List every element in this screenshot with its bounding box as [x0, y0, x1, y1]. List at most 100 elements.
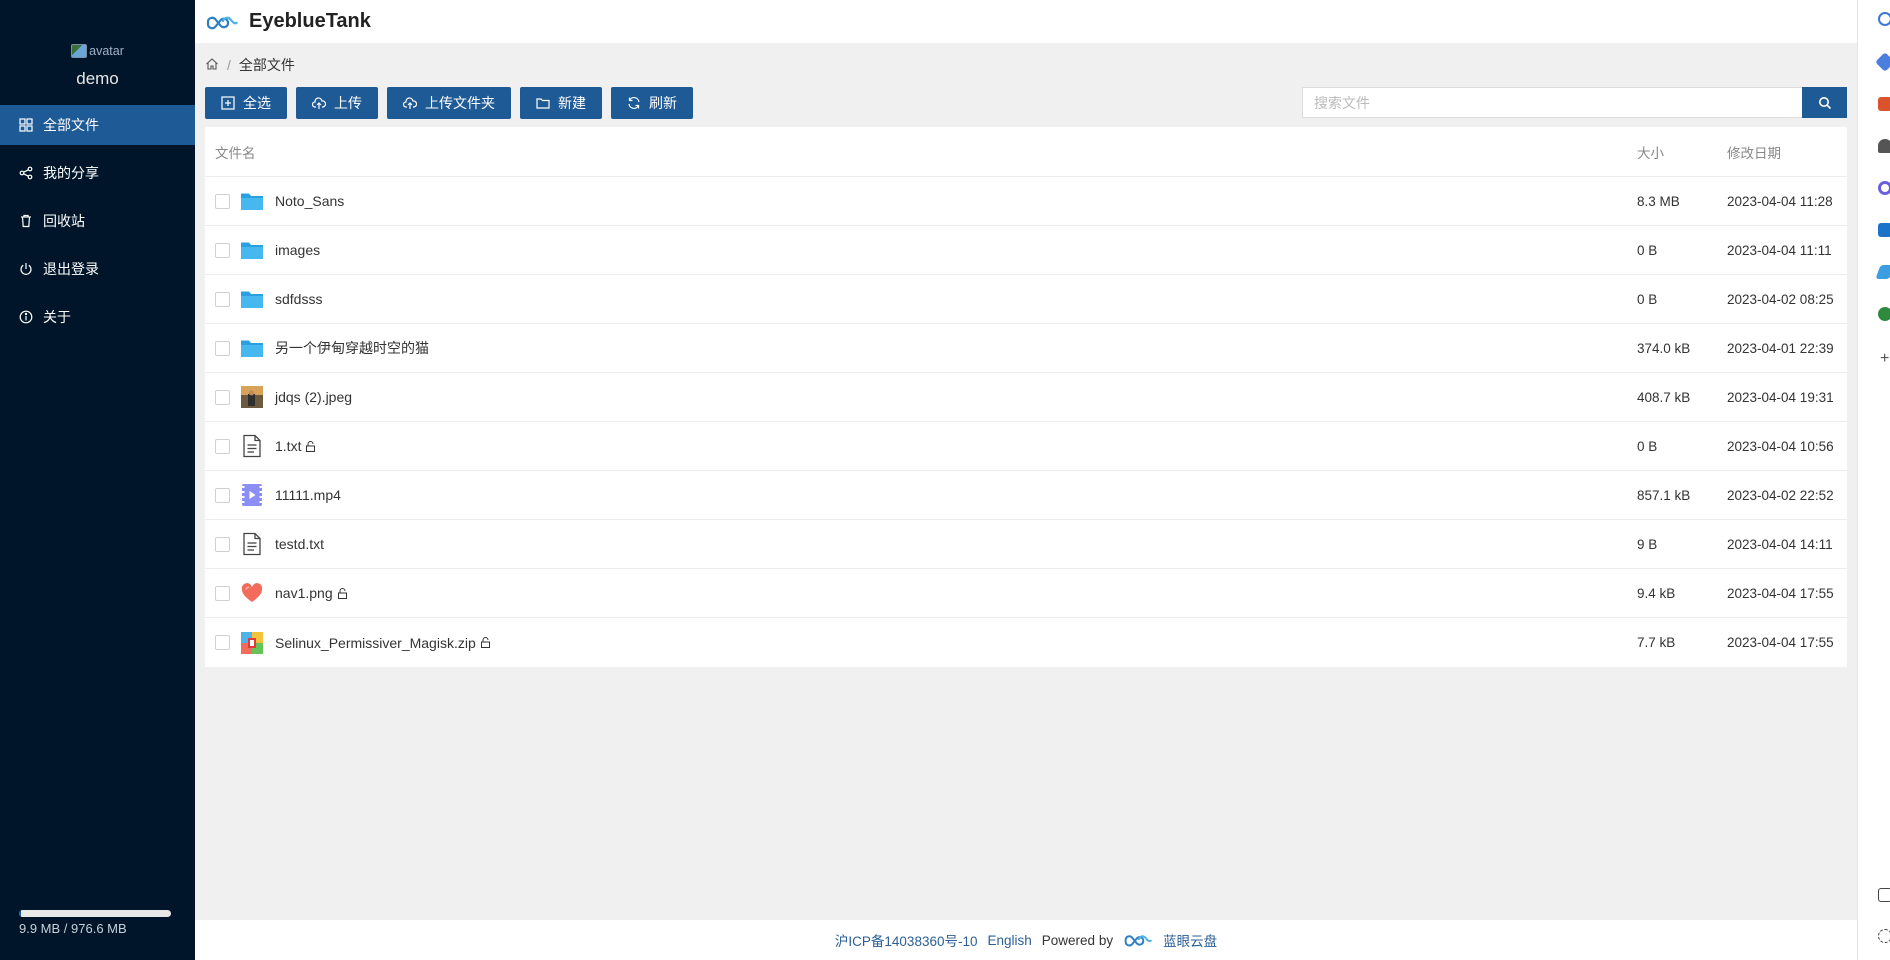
user-panel: avatar demo: [0, 0, 195, 89]
zip-file-icon[interactable]: [240, 631, 264, 655]
search-button[interactable]: [1802, 87, 1847, 118]
breadcrumb-separator: /: [227, 57, 231, 73]
product-link[interactable]: 蓝眼云盘: [1163, 930, 1217, 950]
table-row[interactable]: testd.txt 9 B 2023-04-04 14:11: [205, 520, 1847, 569]
person-icon[interactable]: [1878, 139, 1890, 153]
cell-date: 2023-04-04 17:55: [1727, 585, 1834, 601]
power-icon: [19, 262, 33, 276]
sidebar-item-recycle-bin[interactable]: 回收站: [0, 201, 195, 241]
file-name[interactable]: images: [275, 242, 320, 258]
upload-folder-label: 上传文件夹: [425, 95, 495, 111]
plus-icon[interactable]: +: [1880, 351, 1890, 367]
cell-name: 11111.mp4: [205, 483, 1637, 507]
home-icon[interactable]: [205, 57, 219, 74]
header-size[interactable]: 大小: [1637, 146, 1664, 161]
text-file-icon[interactable]: [240, 532, 264, 556]
row-checkbox[interactable]: [215, 585, 230, 601]
header-name[interactable]: 文件名: [215, 142, 256, 162]
file-name[interactable]: 另一个伊甸穿越时空的猫: [275, 338, 429, 358]
icp-link[interactable]: 沪ICP备14038360号-10: [835, 930, 978, 950]
row-checkbox[interactable]: [215, 487, 230, 503]
file-name[interactable]: nav1.png: [275, 585, 333, 601]
trash-icon: [19, 214, 33, 228]
extension-icon[interactable]: [1875, 52, 1890, 72]
image-thumbnail-icon[interactable]: [240, 385, 264, 409]
table-row[interactable]: Noto_Sans 8.3 MB 2023-04-04 11:28: [205, 177, 1847, 226]
sidebar-item-my-shares[interactable]: 我的分享: [0, 153, 195, 193]
language-english-link[interactable]: English: [988, 933, 1032, 948]
search-icon[interactable]: [1878, 12, 1890, 26]
sidebar: avatar demo 全部文件 我的分享 回收站 退出登录 关于 9.9 MB…: [0, 0, 195, 960]
cell-name: images: [205, 238, 1637, 262]
cell-date: 2023-04-04 11:11: [1727, 242, 1832, 258]
file-name[interactable]: sdfdsss: [275, 291, 322, 307]
cell-name: Noto_Sans: [205, 189, 1637, 213]
upload-folder-button[interactable]: 上传文件夹: [387, 87, 511, 119]
grid-icon: [19, 118, 33, 132]
folder-icon[interactable]: [240, 287, 264, 311]
gear-icon[interactable]: [1878, 929, 1890, 943]
table-header: 文件名 大小 修改日期: [205, 127, 1847, 177]
table-row[interactable]: jdqs (2).jpeg 408.7 kB 2023-04-04 19:31: [205, 373, 1847, 422]
video-file-icon[interactable]: [240, 483, 264, 507]
table-row[interactable]: 11111.mp4 857.1 kB 2023-04-02 22:52: [205, 471, 1847, 520]
upload-button[interactable]: 上传: [296, 87, 378, 119]
sidebar-item-about[interactable]: 关于: [0, 297, 195, 337]
lock-icon: [337, 587, 347, 599]
row-checkbox[interactable]: [215, 536, 230, 552]
row-checkbox[interactable]: [215, 193, 230, 209]
file-name[interactable]: 1.txt: [275, 438, 301, 454]
header-date[interactable]: 修改日期: [1727, 146, 1781, 161]
cell-name: 1.txt: [205, 434, 1637, 458]
new-folder-button[interactable]: 新建: [520, 87, 602, 119]
row-checkbox[interactable]: [215, 635, 230, 650]
table-row[interactable]: Selinux_Permissiver_Magisk.zip 7.7 kB 2023…: [205, 618, 1847, 667]
breadcrumb-current[interactable]: 全部文件: [239, 55, 295, 75]
browser-side-strip: +: [1857, 0, 1890, 960]
eyeblue-logo-icon[interactable]: [205, 13, 239, 31]
row-checkbox[interactable]: [215, 438, 230, 454]
sidebar-toggle-icon[interactable]: [1878, 888, 1890, 902]
folder-icon[interactable]: [240, 189, 264, 213]
tree-icon[interactable]: [1878, 307, 1890, 321]
table-row[interactable]: 1.txt 0 B 2023-04-04 10:56: [205, 422, 1847, 471]
folder-icon[interactable]: [240, 238, 264, 262]
toolbox-icon[interactable]: [1878, 97, 1890, 111]
file-name[interactable]: Noto_Sans: [275, 193, 344, 209]
copilot-icon[interactable]: [1878, 181, 1890, 195]
file-name[interactable]: jdqs (2).jpeg: [275, 389, 352, 405]
send-icon[interactable]: [1875, 265, 1890, 279]
text-file-icon[interactable]: [240, 434, 264, 458]
sidebar-item-logout[interactable]: 退出登录: [0, 249, 195, 289]
brand-name[interactable]: EyeblueTank: [249, 10, 371, 33]
table-row[interactable]: images 0 B 2023-04-04 11:11: [205, 226, 1847, 275]
folder-icon[interactable]: [240, 336, 264, 360]
outlook-icon[interactable]: [1878, 223, 1890, 237]
file-name[interactable]: 11111.mp4: [275, 487, 341, 503]
select-all-label: 全选: [243, 95, 271, 111]
sidebar-item-label: 我的分享: [43, 165, 99, 181]
table-row[interactable]: sdfdsss 0 B 2023-04-02 08:25: [205, 275, 1847, 324]
search-input[interactable]: [1302, 87, 1802, 118]
refresh-button[interactable]: 刷新: [611, 87, 693, 119]
sidebar-item-label: 关于: [43, 309, 71, 325]
file-name[interactable]: Selinux_Permissiver_Magisk.zip: [275, 635, 476, 651]
select-all-button[interactable]: 全选: [205, 87, 287, 119]
row-checkbox[interactable]: [215, 291, 230, 307]
row-checkbox[interactable]: [215, 389, 230, 405]
cloud-upload-icon: [403, 97, 417, 109]
lock-icon: [306, 440, 316, 452]
file-name[interactable]: testd.txt: [275, 536, 324, 552]
table-row[interactable]: 另一个伊甸穿越时空的猫 374.0 kB 2023-04-01 22:39: [205, 324, 1847, 373]
avatar[interactable]: avatar: [71, 42, 124, 60]
heart-image-icon[interactable]: [240, 581, 264, 605]
row-checkbox[interactable]: [215, 340, 230, 356]
cell-name: 另一个伊甸穿越时空的猫: [205, 336, 1637, 360]
breadcrumb: / 全部文件: [195, 43, 1857, 87]
broken-image-icon: [71, 44, 88, 58]
sidebar-item-all-files[interactable]: 全部文件: [0, 105, 195, 145]
table-row[interactable]: nav1.png 9.4 kB 2023-04-04 17:55: [205, 569, 1847, 618]
upload-label: 上传: [334, 95, 362, 111]
sidebar-nav: 全部文件 我的分享 回收站 退出登录 关于: [0, 105, 195, 337]
row-checkbox[interactable]: [215, 242, 230, 258]
